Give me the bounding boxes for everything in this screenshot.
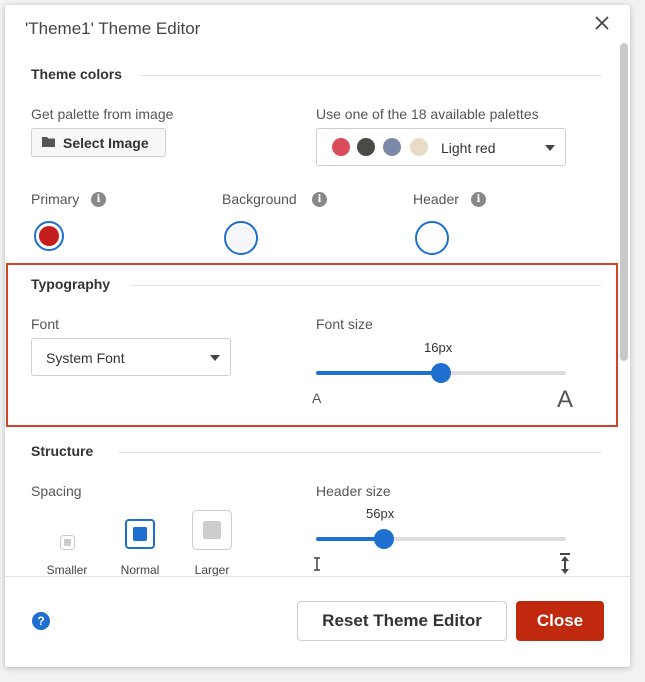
chevron-down-icon	[210, 355, 220, 361]
palette-swatch	[383, 138, 401, 156]
available-palettes-label: Use one of the 18 available palettes	[316, 106, 539, 122]
close-icon[interactable]	[592, 13, 612, 33]
background-label: Background	[222, 191, 297, 207]
spacing-label: Spacing	[31, 483, 82, 499]
spacing-option-label: Normal	[120, 563, 160, 577]
info-icon[interactable]: i	[91, 192, 106, 207]
palette-swatch	[332, 138, 350, 156]
select-image-button[interactable]: Select Image	[31, 128, 166, 157]
font-size-label: Font size	[316, 316, 373, 332]
spacing-option-label: Smaller	[46, 563, 88, 577]
info-icon[interactable]: i	[471, 192, 486, 207]
primary-color-swatch	[39, 226, 59, 246]
text-height-small-icon	[312, 557, 322, 576]
font-size-slider-handle[interactable]	[431, 363, 451, 383]
spacing-smaller-option[interactable]	[60, 535, 75, 555]
chevron-down-icon	[545, 145, 555, 151]
font-label: Font	[31, 316, 60, 332]
section-divider	[119, 452, 601, 453]
palette-selected-label: Light red	[441, 140, 496, 156]
select-image-label: Select Image	[63, 134, 149, 151]
dialog-title: 'Theme1' Theme Editor	[25, 19, 201, 38]
palette-from-image-label: Get palette from image	[31, 106, 174, 122]
header-color-picker[interactable]	[415, 221, 449, 255]
header-size-value: 56px	[366, 506, 395, 521]
background-color-swatch	[228, 225, 254, 251]
font-dropdown[interactable]: System Font	[31, 338, 231, 376]
reset-theme-editor-button[interactable]: Reset Theme Editor	[297, 601, 507, 641]
primary-color-picker[interactable]	[34, 221, 64, 251]
theme-colors-heading: Theme colors	[31, 66, 123, 82]
palette-swatch	[410, 138, 428, 156]
header-size-label: Header size	[316, 483, 391, 499]
header-label: Header	[413, 191, 459, 207]
font-selected-label: System Font	[46, 350, 125, 366]
section-divider	[141, 75, 601, 76]
section-divider	[130, 285, 601, 286]
primary-label: Primary	[31, 191, 80, 207]
palette-swatch	[357, 138, 375, 156]
footer-divider	[5, 576, 630, 577]
small-a-label: A	[312, 390, 322, 406]
font-size-slider-fill	[316, 371, 441, 375]
background-color-picker[interactable]	[224, 221, 258, 255]
theme-editor-dialog: 'Theme1' Theme Editor Theme colors Get p…	[5, 5, 630, 667]
header-color-swatch	[419, 225, 445, 251]
spacing-larger-option[interactable]	[192, 510, 232, 555]
spacing-option-label: Larger	[194, 563, 230, 577]
structure-heading: Structure	[31, 443, 94, 459]
help-icon[interactable]: ?	[32, 612, 50, 630]
header-size-slider-handle[interactable]	[373, 529, 394, 549]
info-icon[interactable]: i	[312, 192, 327, 207]
folder-icon	[42, 135, 56, 151]
large-a-label: A	[557, 386, 574, 413]
typography-heading: Typography	[31, 276, 111, 292]
spacing-normal-option[interactable]	[125, 519, 155, 554]
font-size-value: 16px	[424, 340, 453, 355]
close-button[interactable]: Close	[516, 601, 604, 641]
palette-dropdown[interactable]: Light red	[316, 128, 566, 166]
scrollbar[interactable]	[620, 43, 628, 361]
